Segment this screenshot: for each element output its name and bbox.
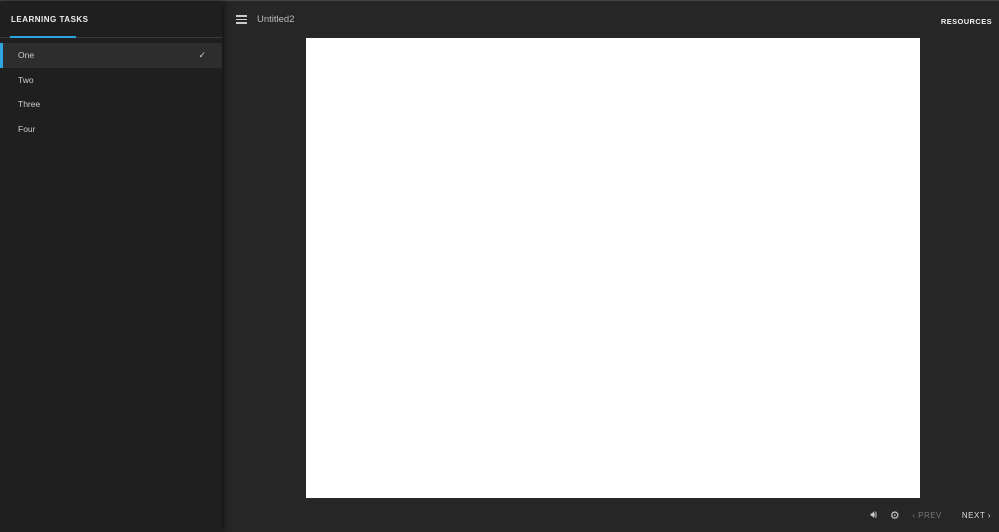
document-title: Untitled2 (257, 14, 295, 25)
content-canvas (306, 38, 920, 498)
task-item-four[interactable]: Four (0, 117, 222, 142)
sidebar-header: LEARNING TASKS (0, 2, 222, 38)
task-label: Three (18, 99, 41, 110)
prev-button[interactable]: ‹ PREV (912, 511, 942, 520)
gear-icon[interactable]: ⚙ (890, 509, 900, 522)
task-item-three[interactable]: Three (0, 92, 222, 117)
task-label: One (18, 50, 35, 61)
check-icon: ✓ (198, 49, 206, 60)
volume-icon[interactable]: 🔊︎ (870, 509, 877, 522)
task-item-one[interactable]: One ✓ (0, 43, 222, 68)
next-label: NEXT (961, 510, 986, 520)
top-bar: Untitled2 RESOURCES (222, 2, 999, 38)
sidebar-title[interactable]: LEARNING TASKS (11, 15, 89, 24)
active-tab-indicator (10, 36, 76, 38)
prev-label: PREV (918, 510, 942, 520)
resources-button[interactable]: RESOURCES (941, 17, 992, 26)
task-label: Two (18, 74, 34, 85)
footer-controls: 🔊︎ ⚙ ‹ PREV NEXT › (870, 499, 999, 531)
sidebar: LEARNING TASKS One ✓ Two Three Four (0, 2, 222, 532)
hamburger-menu-icon[interactable] (236, 15, 247, 26)
task-item-two[interactable]: Two (0, 68, 222, 93)
task-label: Four (18, 123, 36, 134)
next-button[interactable]: NEXT › (962, 511, 991, 520)
